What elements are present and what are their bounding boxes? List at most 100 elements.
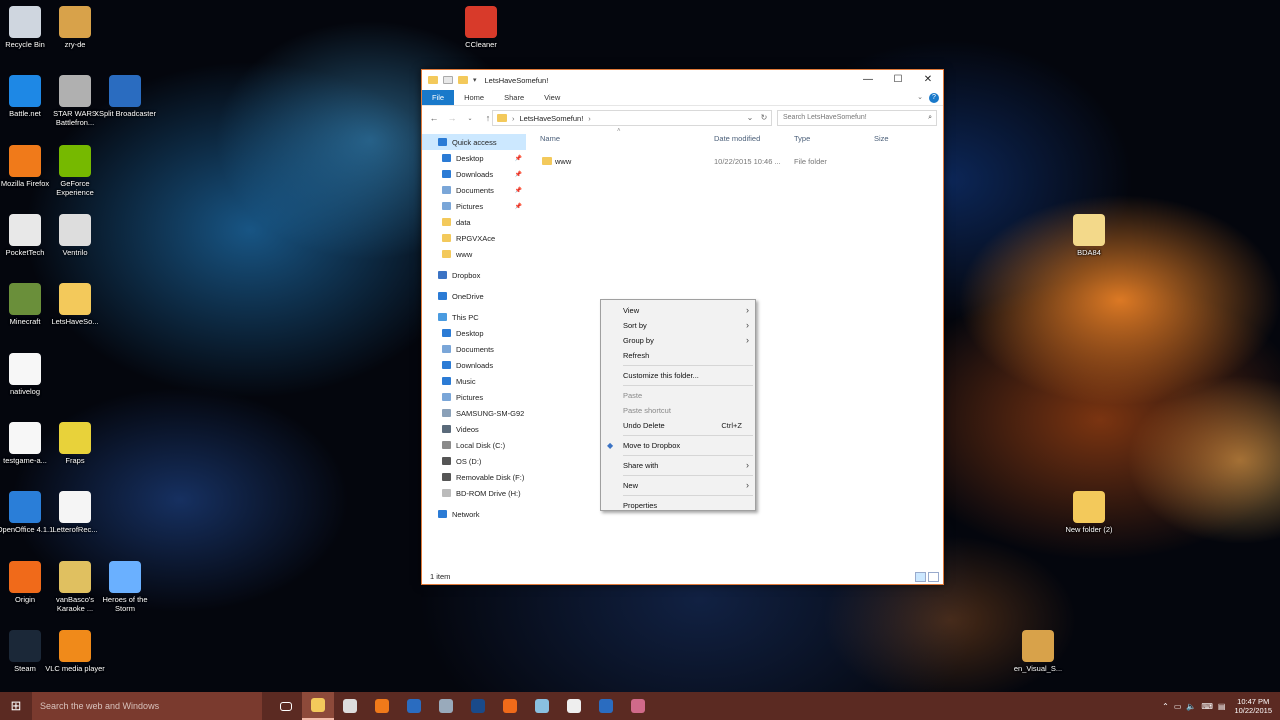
recent-locations-icon[interactable]: ⌄	[464, 115, 476, 122]
nav-item[interactable]: Documents	[422, 341, 526, 357]
desktop-icon-23[interactable]: New folder (2)	[1057, 491, 1121, 534]
desktop-icon-12[interactable]: nativelog	[0, 353, 57, 396]
column-date-modified[interactable]: Date modified	[714, 134, 760, 143]
tab-file[interactable]: File	[422, 90, 455, 105]
menu-item[interactable]: Customize this folder...	[601, 368, 755, 383]
tab-view[interactable]: View	[534, 90, 570, 105]
forward-arrow-icon[interactable]: →	[446, 113, 458, 123]
minimize-button[interactable]: —	[853, 70, 883, 90]
menu-item[interactable]: Undo Delete Ctrl+Z	[601, 418, 755, 433]
desktop-icon-16[interactable]: LetterofRec...	[43, 491, 107, 534]
nav-item[interactable]: Desktop 📌	[422, 150, 526, 166]
taskbar-xsplit-gamecaster[interactable]	[462, 692, 494, 720]
nav-item[interactable]: www	[422, 246, 526, 262]
file-name[interactable]: www	[555, 157, 571, 166]
column-size[interactable]: Size	[874, 134, 889, 143]
nav-item[interactable]: OneDrive	[422, 288, 526, 304]
address-bar[interactable]: › LetsHaveSomefun! › ⌄ ↻	[492, 110, 772, 126]
help-icon[interactable]: ?	[929, 93, 939, 103]
nav-item[interactable]: Videos	[422, 421, 526, 437]
desktop-icon-7[interactable]: GeForce Experience	[43, 145, 107, 197]
menu-item[interactable]: Share with ›	[601, 458, 755, 473]
navigation-pane[interactable]: Quick access Desktop 📌 Downloads 📌 Documents 📌…	[422, 134, 526, 564]
taskbar-rpg-maker[interactable]	[622, 692, 654, 720]
nav-item[interactable]: Music	[422, 373, 526, 389]
properties-icon[interactable]	[443, 76, 453, 84]
taskbar-notepad[interactable]	[526, 692, 558, 720]
close-button[interactable]: ✕	[913, 70, 943, 90]
taskbar-xsplit[interactable]	[398, 692, 430, 720]
customize-quick-access-icon[interactable]: ▾	[473, 76, 477, 84]
nav-item[interactable]: Downloads 📌	[422, 166, 526, 182]
nav-item[interactable]: Pictures 📌	[422, 198, 526, 214]
menu-item[interactable]: Properties	[601, 498, 755, 513]
volume-icon[interactable]: 🔈	[1186, 702, 1196, 711]
chevron-right-icon[interactable]: ›	[588, 114, 591, 123]
desktop-icon-1[interactable]: zry-de	[43, 6, 107, 49]
tab-home[interactable]: Home	[454, 90, 494, 105]
chevron-up-icon[interactable]: ⌃	[1162, 702, 1169, 711]
breadcrumb-folder[interactable]: LetsHaveSomefun!	[520, 114, 584, 123]
large-icons-view-icon[interactable]	[928, 572, 939, 582]
desktop-icon-14[interactable]: Fraps	[43, 422, 107, 465]
expand-ribbon-icon[interactable]: ⌄	[917, 93, 923, 101]
taskbar-search[interactable]: Search the web and Windows	[32, 692, 262, 720]
desktop-icon-5[interactable]: XSplit Broadcaster	[93, 75, 157, 118]
table-row[interactable]: www 10/22/2015 10:46 ... File folder	[532, 154, 932, 170]
keyboard-icon[interactable]: ⌨	[1201, 702, 1213, 711]
column-name[interactable]: Name	[540, 134, 560, 143]
taskbar-firefox[interactable]	[366, 692, 398, 720]
address-dropdown-icon[interactable]: ⌄	[743, 111, 757, 125]
pin-icon[interactable]: 📌	[515, 171, 522, 178]
nav-item[interactable]: SAMSUNG-SM-G92	[422, 405, 526, 421]
nav-item[interactable]: Dropbox	[422, 267, 526, 283]
taskbar-clapper[interactable]	[558, 692, 590, 720]
taskbar-monitor[interactable]	[590, 692, 622, 720]
menu-item[interactable]: Refresh	[601, 348, 755, 363]
desktop-icon-19[interactable]: Heroes of the Storm	[93, 561, 157, 613]
desktop-icon-2[interactable]: CCleaner	[449, 6, 513, 49]
desktop-icon-22[interactable]: BDA84	[1057, 214, 1121, 257]
clock[interactable]: 10:47 PM 10/22/2015	[1234, 697, 1272, 715]
taskbar-origin[interactable]	[494, 692, 526, 720]
nav-item[interactable]: This PC	[422, 309, 526, 325]
desktop-icon-11[interactable]: LetsHaveSo...	[43, 283, 107, 326]
taskbar-steam[interactable]	[430, 692, 462, 720]
menu-item[interactable]: Sort by ›	[601, 318, 755, 333]
desktop-icon-9[interactable]: Ventrilo	[43, 214, 107, 257]
desktop-icon-24[interactable]: en_Visual_S...	[1006, 630, 1070, 673]
tab-share[interactable]: Share	[494, 90, 534, 105]
start-button[interactable]: ⊞	[0, 692, 32, 720]
pin-icon[interactable]: 📌	[515, 187, 522, 194]
menu-item[interactable]: New ›	[601, 478, 755, 493]
column-type[interactable]: Type	[794, 134, 810, 143]
nav-item[interactable]: Local Disk (C:)	[422, 437, 526, 453]
nav-item[interactable]: Network	[422, 506, 526, 522]
pin-icon[interactable]: 📌	[515, 203, 522, 210]
taskbar-obs[interactable]	[334, 692, 366, 720]
menu-item[interactable]: View ›	[601, 303, 755, 318]
details-view-icon[interactable]	[915, 572, 926, 582]
nav-item[interactable]: Downloads	[422, 357, 526, 373]
notification-icon[interactable]: ▤	[1218, 702, 1226, 711]
nav-item[interactable]: Desktop	[422, 325, 526, 341]
maximize-button[interactable]: ☐	[883, 70, 913, 90]
desktop-icon-21[interactable]: VLC media player	[43, 630, 107, 673]
refresh-icon[interactable]: ↻	[757, 111, 771, 125]
title-bar[interactable]: ▾ LetsHaveSomefun! — ☐ ✕	[422, 70, 943, 90]
taskbar-task-view[interactable]	[270, 692, 302, 720]
nav-item[interactable]: Quick access	[422, 134, 526, 150]
nav-item[interactable]: OS (D:)	[422, 453, 526, 469]
menu-item[interactable]: ◆ Move to Dropbox	[601, 438, 755, 453]
nav-item[interactable]: data	[422, 214, 526, 230]
menu-item[interactable]: Group by ›	[601, 333, 755, 348]
nav-item[interactable]: BD-ROM Drive (H:)	[422, 485, 526, 501]
taskbar-file-explorer[interactable]	[302, 692, 334, 720]
nav-item[interactable]: RPGVXAce	[422, 230, 526, 246]
nav-item[interactable]: Removable Disk (F:)	[422, 469, 526, 485]
new-folder-icon[interactable]	[458, 76, 468, 84]
search-input[interactable]: Search LetsHaveSomefun! ⌕	[777, 110, 937, 126]
pin-icon[interactable]: 📌	[515, 155, 522, 162]
chevron-right-icon[interactable]: ›	[512, 114, 515, 123]
nav-item[interactable]: Documents 📌	[422, 182, 526, 198]
